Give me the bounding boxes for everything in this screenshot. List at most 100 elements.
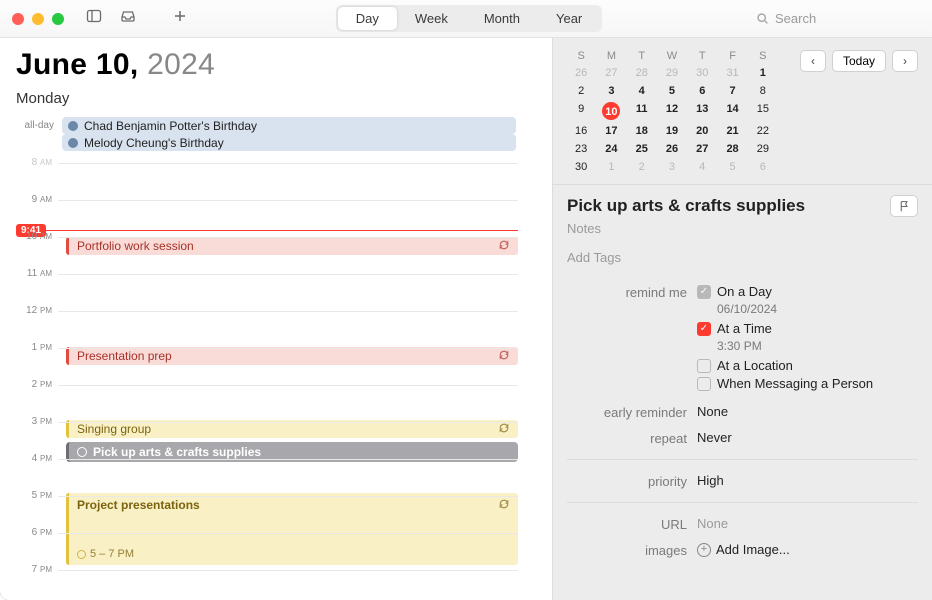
mini-day-cell[interactable]: 23 xyxy=(567,142,595,156)
allday-label: all-day xyxy=(16,120,54,131)
mini-day-cell[interactable]: 1 xyxy=(597,160,625,174)
mini-day-cell[interactable]: 30 xyxy=(567,160,595,174)
view-switcher: Day Week Month Year xyxy=(336,5,603,32)
hour-row: 6 PM xyxy=(16,527,518,538)
hour-row: 11 AM xyxy=(16,268,518,279)
flag-button[interactable] xyxy=(890,195,918,217)
mini-day-cell[interactable]: 5 xyxy=(658,84,686,98)
hour-row: 7 PM xyxy=(16,564,518,575)
mini-day-cell[interactable]: 29 xyxy=(749,142,777,156)
repeat-value[interactable]: Never xyxy=(697,430,918,445)
mini-day-cell[interactable]: 20 xyxy=(688,124,716,138)
remind-me-label: remind me xyxy=(567,284,697,300)
allday-event[interactable]: Melody Cheung's Birthday xyxy=(62,134,516,151)
view-month[interactable]: Month xyxy=(466,7,538,30)
early-reminder-value[interactable]: None xyxy=(697,404,918,419)
mini-day-cell[interactable]: 21 xyxy=(718,124,746,138)
search-placeholder: Search xyxy=(775,11,816,26)
mini-day-cell[interactable]: 14 xyxy=(718,102,746,120)
mini-day-cell[interactable]: 27 xyxy=(688,142,716,156)
mini-day-cell[interactable]: 9 xyxy=(567,102,595,120)
remind-on-day[interactable]: ✓On a Day xyxy=(697,284,918,299)
repeat-label: repeat xyxy=(567,430,697,446)
mini-day-cell[interactable]: 31 xyxy=(718,66,746,80)
remind-on-day-value[interactable]: 06/10/2024 xyxy=(717,302,918,316)
mini-day-cell[interactable]: 25 xyxy=(628,142,656,156)
next-month-button[interactable]: › xyxy=(892,50,918,72)
mini-day-cell[interactable]: 2 xyxy=(567,84,595,98)
url-value[interactable]: None xyxy=(697,516,918,531)
mini-day-cell[interactable]: 4 xyxy=(688,160,716,174)
minimize-button[interactable] xyxy=(32,13,44,25)
mini-day-cell[interactable]: 24 xyxy=(597,142,625,156)
mini-day-cell[interactable]: 26 xyxy=(567,66,595,80)
priority-value[interactable]: High xyxy=(697,473,918,488)
today-button[interactable]: Today xyxy=(832,50,886,72)
mini-day-cell[interactable]: 10 xyxy=(602,102,620,120)
inspector-title[interactable]: Pick up arts & crafts supplies xyxy=(567,196,805,216)
mini-day-cell[interactable]: 2 xyxy=(628,160,656,174)
early-reminder-label: early reminder xyxy=(567,404,697,420)
mini-day-cell[interactable]: 18 xyxy=(628,124,656,138)
mini-day-cell[interactable]: 22 xyxy=(749,124,777,138)
hour-row: 3 PM xyxy=(16,416,518,427)
mini-day-cell[interactable]: 16 xyxy=(567,124,595,138)
remind-at-time[interactable]: ✓At a Time xyxy=(697,321,918,336)
mini-day-cell[interactable]: 3 xyxy=(597,84,625,98)
mini-day-cell[interactable]: 28 xyxy=(628,66,656,80)
mini-day-cell[interactable]: 12 xyxy=(658,102,686,120)
mini-day-cell[interactable]: 4 xyxy=(628,84,656,98)
view-week[interactable]: Week xyxy=(397,7,466,30)
hour-row: 10 AM xyxy=(16,231,518,242)
mini-day-cell[interactable]: 17 xyxy=(597,124,625,138)
remind-at-location[interactable]: At a Location xyxy=(697,358,918,373)
hour-row: 5 PM xyxy=(16,490,518,501)
view-year[interactable]: Year xyxy=(538,7,600,30)
checkbox-icon xyxy=(697,359,711,373)
mini-day-cell[interactable]: 26 xyxy=(658,142,686,156)
images-label: images xyxy=(567,542,697,558)
zoom-button[interactable] xyxy=(52,13,64,25)
mini-day-cell[interactable]: 7 xyxy=(718,84,746,98)
mini-day-header: M xyxy=(597,50,625,62)
inspector-tags[interactable]: Add Tags xyxy=(567,250,918,265)
timeline[interactable]: 9:41 Portfolio work session Presentation… xyxy=(16,157,552,587)
mini-day-cell[interactable]: 27 xyxy=(597,66,625,80)
mini-day-cell[interactable]: 28 xyxy=(718,142,746,156)
close-button[interactable] xyxy=(12,13,24,25)
url-label: URL xyxy=(567,516,697,532)
mini-day-header: T xyxy=(628,50,656,62)
inbox-icon[interactable] xyxy=(120,8,136,29)
mini-day-header: W xyxy=(658,50,686,62)
prev-month-button[interactable]: ‹ xyxy=(800,50,826,72)
mini-day-cell[interactable]: 6 xyxy=(688,84,716,98)
sidebar-toggle-icon[interactable] xyxy=(86,8,102,29)
mini-day-cell[interactable]: 3 xyxy=(658,160,686,174)
mini-day-cell[interactable]: 29 xyxy=(658,66,686,80)
mini-month-grid[interactable]: SMTWTFS262728293031123456789101112131415… xyxy=(567,50,777,174)
remind-at-time-value[interactable]: 3:30 PM xyxy=(717,339,918,353)
mini-day-cell[interactable]: 1 xyxy=(749,66,777,80)
mini-day-cell[interactable]: 11 xyxy=(628,102,656,120)
mini-day-header: S xyxy=(749,50,777,62)
inspector-notes[interactable]: Notes xyxy=(567,221,918,236)
plus-circle-icon: + xyxy=(697,543,711,557)
allday-event[interactable]: Chad Benjamin Potter's Birthday xyxy=(62,117,516,134)
view-day[interactable]: Day xyxy=(338,7,397,30)
mini-day-cell[interactable]: 5 xyxy=(718,160,746,174)
add-image-button[interactable]: +Add Image... xyxy=(697,542,918,557)
mini-day-cell[interactable]: 15 xyxy=(749,102,777,120)
hour-row: 8 AM xyxy=(16,157,518,168)
right-panel: SMTWTFS262728293031123456789101112131415… xyxy=(552,38,932,600)
search-input[interactable]: Search xyxy=(750,8,920,30)
toolbar-icons xyxy=(86,8,188,29)
mini-day-cell[interactable]: 8 xyxy=(749,84,777,98)
mini-day-cell[interactable]: 30 xyxy=(688,66,716,80)
mini-day-cell[interactable]: 6 xyxy=(749,160,777,174)
add-event-icon[interactable] xyxy=(172,8,188,29)
mini-day-cell[interactable]: 19 xyxy=(658,124,686,138)
mini-day-cell[interactable]: 13 xyxy=(688,102,716,120)
mini-month: SMTWTFS262728293031123456789101112131415… xyxy=(553,38,932,184)
page-title: June 10, 2024 xyxy=(16,48,552,82)
remind-when-messaging[interactable]: When Messaging a Person xyxy=(697,376,918,391)
